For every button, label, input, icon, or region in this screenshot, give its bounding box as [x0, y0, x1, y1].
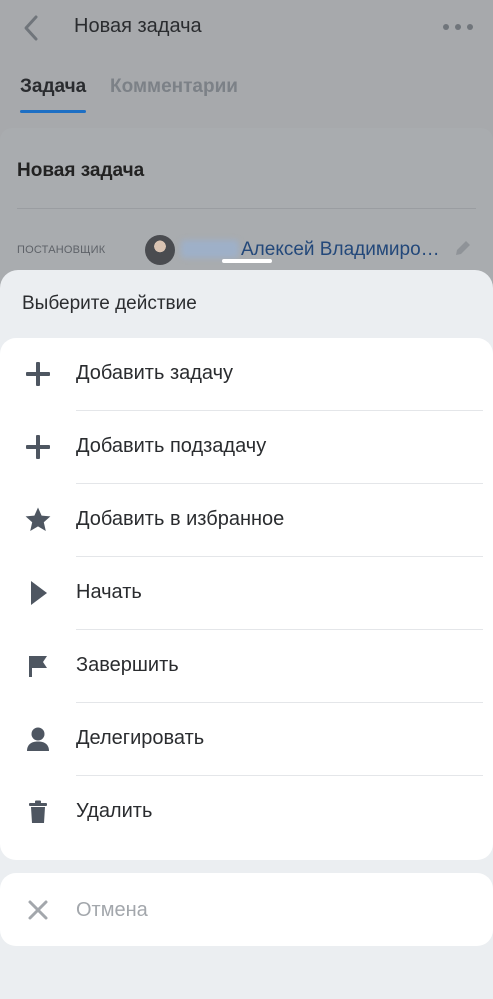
creator-name[interactable]: Алексей Владимиро… [241, 239, 440, 261]
flag-icon [29, 656, 47, 677]
add-to-favorites-label: Добавить в избранное [76, 508, 285, 530]
play-icon [31, 581, 47, 605]
start-label: Начать [76, 581, 142, 603]
creator-label: ПОСТАНОВЩИК [17, 244, 106, 256]
delete-label: Удалить [76, 800, 153, 822]
tab-bar: Задача Комментарии [0, 70, 493, 118]
trash-icon [29, 800, 47, 823]
page-title: Новая задача [74, 15, 202, 37]
complete-label: Завершить [76, 654, 179, 676]
delete-item[interactable]: Удалить [0, 776, 493, 849]
action-menu: Добавить задачу Добавить подзадачу Добав… [0, 338, 493, 860]
delegate-item[interactable]: Делегировать [0, 703, 493, 776]
cancel-button[interactable]: Отмена [0, 873, 493, 946]
redacted-text [181, 240, 239, 258]
plus-icon [26, 435, 50, 459]
add-subtask-label: Добавить подзадачу [76, 435, 267, 457]
more-horizontal-icon [443, 24, 449, 30]
person-icon [27, 727, 49, 751]
top-app-bar: Новая задача [0, 0, 493, 56]
chevron-left-icon [24, 15, 38, 41]
add-subtask-item[interactable]: Добавить подзадачу [0, 411, 493, 484]
start-item[interactable]: Начать [0, 557, 493, 630]
add-task-item[interactable]: Добавить задачу [0, 338, 493, 411]
action-sheet: Выберите действие Добавить задачу Добави… [0, 270, 493, 999]
sheet-grabber[interactable] [222, 259, 272, 263]
cancel-label: Отмена [76, 899, 148, 921]
back-button[interactable] [18, 12, 46, 44]
add-task-label: Добавить задачу [76, 362, 234, 384]
plus-icon [26, 362, 50, 386]
sheet-header: Выберите действие [22, 293, 197, 314]
tab-task[interactable]: Задача [20, 76, 86, 98]
complete-item[interactable]: Завершить [0, 630, 493, 703]
task-title: Новая задача [17, 160, 145, 181]
pencil-icon [456, 241, 470, 255]
close-icon [28, 900, 48, 920]
star-icon [25, 507, 51, 531]
divider [17, 208, 476, 209]
avatar [145, 235, 175, 265]
tab-comments[interactable]: Комментарии [110, 76, 238, 98]
delegate-label: Делегировать [76, 727, 205, 749]
edit-button[interactable] [453, 238, 473, 258]
more-button[interactable] [443, 16, 473, 38]
active-tab-indicator [20, 110, 86, 113]
add-to-favorites-item[interactable]: Добавить в избранное [0, 484, 493, 557]
